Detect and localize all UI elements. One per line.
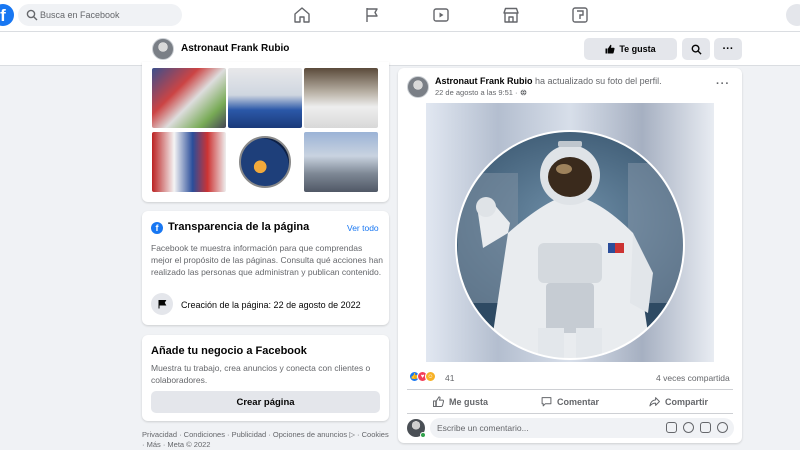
reactions-summary[interactable]: 👍 ♥ ☺ [409,371,436,382]
comment-box[interactable] [430,418,734,438]
photo-thumbnail[interactable] [152,132,226,192]
comment-button[interactable]: Comentar [541,393,599,410]
comment-tools [666,422,728,433]
share-icon [649,397,660,407]
post-action: ha actualizado su foto del perfil. [535,76,662,86]
like-page-label: Te gusta [619,44,656,54]
flag-icon[interactable] [363,6,381,24]
search-input[interactable] [40,4,175,26]
page-transparency-card: f Transparencia de la página Ver todo Fa… [142,211,389,325]
like-page-button[interactable]: Te gusta [584,38,677,60]
see-all-link[interactable]: Ver todo [347,223,379,233]
comment-input[interactable] [437,418,637,438]
care-reaction-icon: ☺ [425,371,436,382]
search-box[interactable] [18,4,182,26]
comment-label: Comentar [557,396,600,407]
sticker-icon[interactable] [666,422,677,433]
video-icon[interactable] [432,6,450,24]
search-icon [26,9,38,21]
flag-icon [151,293,173,315]
post-timestamp[interactable]: 22 de agosto a las 9:51 · [435,88,527,97]
marketplace-icon[interactable] [502,6,520,24]
add-business-title: Añade tu negocio a Facebook [151,345,307,357]
photo-thumbnail[interactable] [304,132,378,192]
camera-icon[interactable] [717,422,728,433]
page-name[interactable]: Astronaut Frank Rubio [181,43,289,54]
search-page-button[interactable] [682,38,710,60]
share-count[interactable]: 4 veces compartida [656,373,730,383]
avatar[interactable] [407,76,429,98]
post-author[interactable]: Astronaut Frank Rubio [435,76,533,86]
add-business-description: Muestra tu trabajo, crea anuncios y cone… [151,363,371,385]
profile-photo[interactable] [398,103,742,362]
post-card: Astronaut Frank Rubio ha actualizado su … [398,68,742,443]
create-page-button[interactable]: Crear página [151,391,380,413]
search-icon [691,44,702,55]
add-business-card: Añade tu negocio a Facebook Muestra tu t… [142,335,389,421]
comment-icon [541,397,552,407]
globe-icon [520,89,527,96]
photo-thumbnail[interactable] [228,68,302,128]
footer-links[interactable]: Privacidad · Condiciones · Publicidad · … [142,430,392,450]
astronaut-photo [426,103,714,362]
share-label: Compartir [665,396,709,407]
gaming-icon[interactable] [571,6,589,24]
more-options-button[interactable]: ··· [714,38,742,60]
avatar[interactable] [152,38,174,60]
page-header: Astronaut Frank Rubio Te gusta ··· [0,32,800,66]
gif-icon[interactable] [700,422,711,433]
thumbs-up-icon [605,44,615,54]
divider [407,413,733,414]
facebook-logo[interactable]: f [0,4,14,26]
online-status-indicator [420,432,426,438]
top-navigation-bar: f [0,0,800,32]
page-creation-date: Creación de la página: 22 de agosto de 2… [181,300,361,310]
facebook-icon: f [151,222,163,234]
thumbs-up-icon [433,396,444,407]
emoji-icon[interactable] [683,422,694,433]
home-icon[interactable] [293,6,311,24]
post-timestamp-text: 22 de agosto a las 9:51 · [435,88,518,97]
photos-card [142,62,389,202]
mission-patch-thumbnail[interactable] [228,132,302,192]
like-label: Me gusta [449,396,489,407]
transparency-description: Facebook te muestra información para que… [151,243,384,277]
share-button[interactable]: Compartir [649,393,708,410]
divider [407,389,733,390]
transparency-title: Transparencia de la página [168,221,310,233]
reaction-count[interactable]: 41 [445,373,454,383]
post-header: Astronaut Frank Rubio ha actualizado su … [435,76,662,86]
post-more-button[interactable]: ··· [716,78,730,90]
photo-thumbnail[interactable] [152,68,226,128]
photo-thumbnail[interactable] [304,68,378,128]
like-button[interactable]: Me gusta [433,393,488,410]
menu-icon[interactable] [786,4,800,26]
